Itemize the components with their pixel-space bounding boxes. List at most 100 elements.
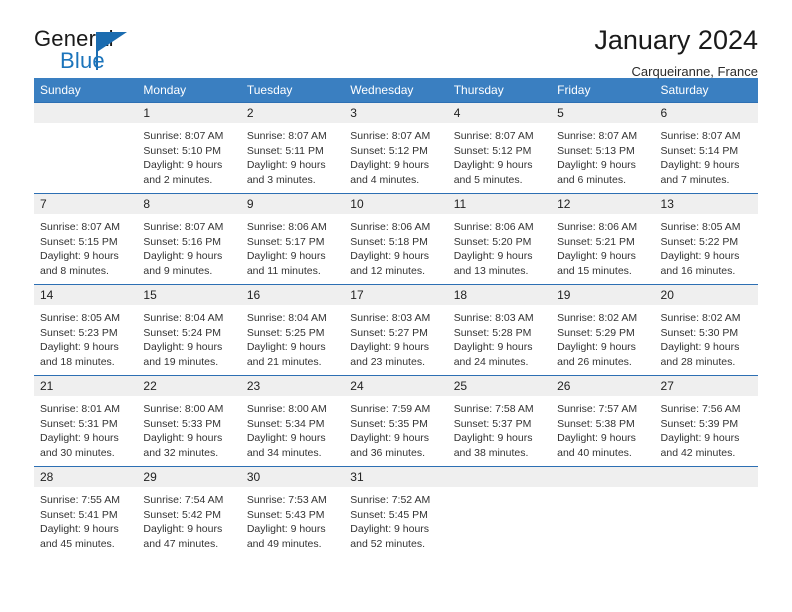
calendar-day-cell[interactable]: 21 Sunrise: 8:01 AM Sunset: 5:31 PM Dayligh… — [34, 375, 138, 467]
day-number: 23 — [240, 376, 345, 396]
calendar-day-cell[interactable]: 20 Sunrise: 8:02 AM Sunset: 5:30 PM Dayligh… — [654, 284, 758, 376]
calendar-day-cell[interactable]: 15 Sunrise: 8:04 AM Sunset: 5:24 PM Dayligh… — [137, 284, 241, 376]
daylight-text: and 26 minutes. — [557, 355, 632, 368]
sunset-text: Sunset: 5:38 PM — [557, 417, 635, 430]
daylight-text: and 18 minutes. — [40, 355, 115, 368]
calendar-day-cell[interactable]: 18 Sunrise: 8:03 AM Sunset: 5:28 PM Dayligh… — [447, 284, 552, 376]
calendar-day-cell[interactable]: 28 Sunrise: 7:55 AM Sunset: 5:41 PM Dayligh… — [34, 466, 138, 557]
day-number: 14 — [34, 285, 138, 305]
daylight-text: and 38 minutes. — [453, 446, 529, 459]
day-details: Sunrise: 8:07 AM Sunset: 5:12 PM Daylight:… — [448, 123, 551, 187]
sunrise-text: Sunrise: 7:52 AM — [350, 494, 431, 506]
calendar-day-cell[interactable]: 12 Sunrise: 8:06 AM Sunset: 5:21 PM Dayligh… — [551, 193, 655, 285]
calendar-day-cell[interactable]: 1 Sunrise: 8:07 AM Sunset: 5:10 PM Daylight… — [137, 102, 241, 194]
day-details: Sunrise: 8:07 AM Sunset: 5:12 PM Daylight:… — [344, 123, 447, 187]
sunrise-text: Sunrise: 7:59 AM — [350, 403, 431, 415]
daylight-text: Daylight: 9 hours — [143, 250, 223, 263]
calendar-day-cell[interactable]: 7 Sunrise: 8:07 AM Sunset: 5:15 PM Daylight… — [34, 193, 138, 285]
sunset-text: Sunset: 5:24 PM — [143, 326, 222, 339]
sunrise-text: Sunrise: 7:57 AM — [557, 403, 638, 415]
sunset-text: Sunset: 5:42 PM — [143, 508, 222, 521]
day-details: Sunrise: 8:00 AM Sunset: 5:33 PM Daylight:… — [137, 396, 240, 460]
day-number: 19 — [551, 285, 655, 305]
day-number: 22 — [137, 376, 241, 396]
day-details: Sunrise: 8:07 AM Sunset: 5:15 PM Daylight:… — [34, 214, 137, 278]
calendar-day-cell[interactable]: 26 Sunrise: 7:57 AM Sunset: 5:38 PM Dayligh… — [551, 375, 655, 467]
daylight-text: and 16 minutes. — [660, 264, 736, 277]
sunset-text: Sunset: 5:16 PM — [143, 235, 222, 248]
day-details: Sunrise: 7:54 AM Sunset: 5:42 PM Daylight:… — [137, 487, 240, 551]
daylight-text: and 19 minutes. — [143, 355, 219, 368]
sunrise-text: Sunrise: 8:07 AM — [143, 130, 224, 142]
calendar-day-cell[interactable]: 13 Sunrise: 8:05 AM Sunset: 5:22 PM Dayligh… — [654, 193, 758, 285]
calendar-day-cell[interactable]: 10 Sunrise: 8:06 AM Sunset: 5:18 PM Dayligh… — [344, 193, 448, 285]
day-number: 28 — [34, 467, 138, 487]
daylight-text: and 45 minutes. — [40, 537, 115, 550]
sunset-text: Sunset: 5:10 PM — [143, 144, 222, 157]
sunrise-text: Sunrise: 7:58 AM — [453, 403, 534, 415]
calendar-day-cell[interactable]: 4 Sunrise: 8:07 AM Sunset: 5:12 PM Daylight… — [447, 102, 552, 194]
day-details: Sunrise: 7:58 AM Sunset: 5:37 PM Daylight:… — [448, 396, 551, 460]
day-number: 12 — [551, 194, 655, 214]
weekday-header-monday: Monday — [137, 78, 241, 103]
daylight-text: and 28 minutes. — [660, 355, 736, 368]
daylight-text: Daylight: 9 hours — [453, 341, 533, 354]
sunset-text: Sunset: 5:31 PM — [40, 417, 118, 430]
general-blue-logo[interactable]: General Blue — [34, 26, 144, 78]
daylight-text: and 30 minutes. — [40, 446, 115, 459]
daylight-text: and 52 minutes. — [350, 537, 425, 550]
sunrise-text: Sunrise: 8:01 AM — [40, 403, 120, 415]
sunrise-text: Sunrise: 8:00 AM — [143, 403, 224, 415]
day-number — [34, 103, 138, 123]
day-number: 20 — [654, 285, 758, 305]
sunset-text: Sunset: 5:23 PM — [40, 326, 118, 339]
sunset-text: Sunset: 5:25 PM — [246, 326, 325, 339]
day-number: 16 — [240, 285, 345, 305]
daylight-text: Daylight: 9 hours — [453, 159, 533, 172]
daylight-text: and 47 minutes. — [143, 537, 219, 550]
calendar-day-cell[interactable]: 11 Sunrise: 8:06 AM Sunset: 5:20 PM Dayligh… — [447, 193, 552, 285]
day-details: Sunrise: 8:05 AM Sunset: 5:22 PM Daylight:… — [655, 214, 758, 278]
sunset-text: Sunset: 5:14 PM — [660, 144, 739, 157]
calendar-week-row: 28 Sunrise: 7:55 AM Sunset: 5:41 PM Dayligh… — [34, 466, 758, 557]
calendar-day-cell[interactable]: 5 Sunrise: 8:07 AM Sunset: 5:13 PM Daylight… — [551, 102, 655, 194]
calendar-day-cell[interactable]: 8 Sunrise: 8:07 AM Sunset: 5:16 PM Daylight… — [137, 193, 241, 285]
calendar-day-cell[interactable]: 25 Sunrise: 7:58 AM Sunset: 5:37 PM Dayligh… — [447, 375, 552, 467]
sunrise-text: Sunrise: 8:06 AM — [453, 221, 534, 233]
daylight-text: and 24 minutes. — [453, 355, 529, 368]
sunrise-text: Sunrise: 8:07 AM — [557, 130, 638, 142]
daylight-text: and 40 minutes. — [557, 446, 632, 459]
day-details: Sunrise: 7:59 AM Sunset: 5:35 PM Daylight:… — [344, 396, 447, 460]
day-number — [447, 467, 552, 487]
calendar-day-cell[interactable]: 14 Sunrise: 8:05 AM Sunset: 5:23 PM Dayligh… — [34, 284, 138, 376]
calendar-day-cell[interactable]: 29 Sunrise: 7:54 AM Sunset: 5:42 PM Dayligh… — [137, 466, 241, 557]
calendar-day-cell[interactable]: 22 Sunrise: 8:00 AM Sunset: 5:33 PM Dayligh… — [137, 375, 241, 467]
calendar-day-cell[interactable]: 31 Sunrise: 7:52 AM Sunset: 5:45 PM Dayligh… — [344, 466, 448, 557]
weekday-header-friday: Friday — [551, 78, 655, 103]
calendar-day-cell[interactable]: 2 Sunrise: 8:07 AM Sunset: 5:11 PM Daylight… — [240, 102, 345, 194]
calendar-day-cell[interactable]: 17 Sunrise: 8:03 AM Sunset: 5:27 PM Dayligh… — [344, 284, 448, 376]
calendar-header-row: Sunday Monday Tuesday Wednesday Thursday Frid… — [34, 78, 758, 103]
day-number: 8 — [137, 194, 241, 214]
calendar-day-cell[interactable]: 19 Sunrise: 8:02 AM Sunset: 5:29 PM Dayligh… — [551, 284, 655, 376]
calendar-day-cell[interactable]: 16 Sunrise: 8:04 AM Sunset: 5:25 PM Dayligh… — [240, 284, 345, 376]
calendar-day-cell[interactable]: 23 Sunrise: 8:00 AM Sunset: 5:34 PM Dayligh… — [240, 375, 345, 467]
daylight-text: Daylight: 9 hours — [246, 250, 326, 263]
day-number: 21 — [34, 376, 138, 396]
daylight-text: and 4 minutes. — [350, 173, 420, 186]
calendar-day-cell[interactable]: 24 Sunrise: 7:59 AM Sunset: 5:35 PM Dayligh… — [344, 375, 448, 467]
calendar-day-cell[interactable]: 6 Sunrise: 8:07 AM Sunset: 5:14 PM Daylight… — [654, 102, 758, 194]
daylight-text: Daylight: 9 hours — [143, 432, 223, 445]
sunrise-text: Sunrise: 7:56 AM — [660, 403, 741, 415]
day-number: 5 — [551, 103, 655, 123]
sunset-text: Sunset: 5:29 PM — [557, 326, 635, 339]
daylight-text: Daylight: 9 hours — [453, 250, 533, 263]
calendar-day-cell[interactable]: 27 Sunrise: 7:56 AM Sunset: 5:39 PM Dayligh… — [654, 375, 758, 467]
calendar-day-cell[interactable]: 30 Sunrise: 7:53 AM Sunset: 5:43 PM Dayligh… — [240, 466, 345, 557]
daylight-text: Daylight: 9 hours — [557, 159, 636, 172]
weekday-header-sunday: Sunday — [34, 78, 138, 103]
sunrise-text: Sunrise: 8:02 AM — [660, 312, 741, 324]
day-number: 30 — [240, 467, 345, 487]
calendar-day-cell[interactable]: 9 Sunrise: 8:06 AM Sunset: 5:17 PM Daylight… — [240, 193, 345, 285]
calendar-day-cell[interactable]: 3 Sunrise: 8:07 AM Sunset: 5:12 PM Daylight… — [344, 102, 448, 194]
